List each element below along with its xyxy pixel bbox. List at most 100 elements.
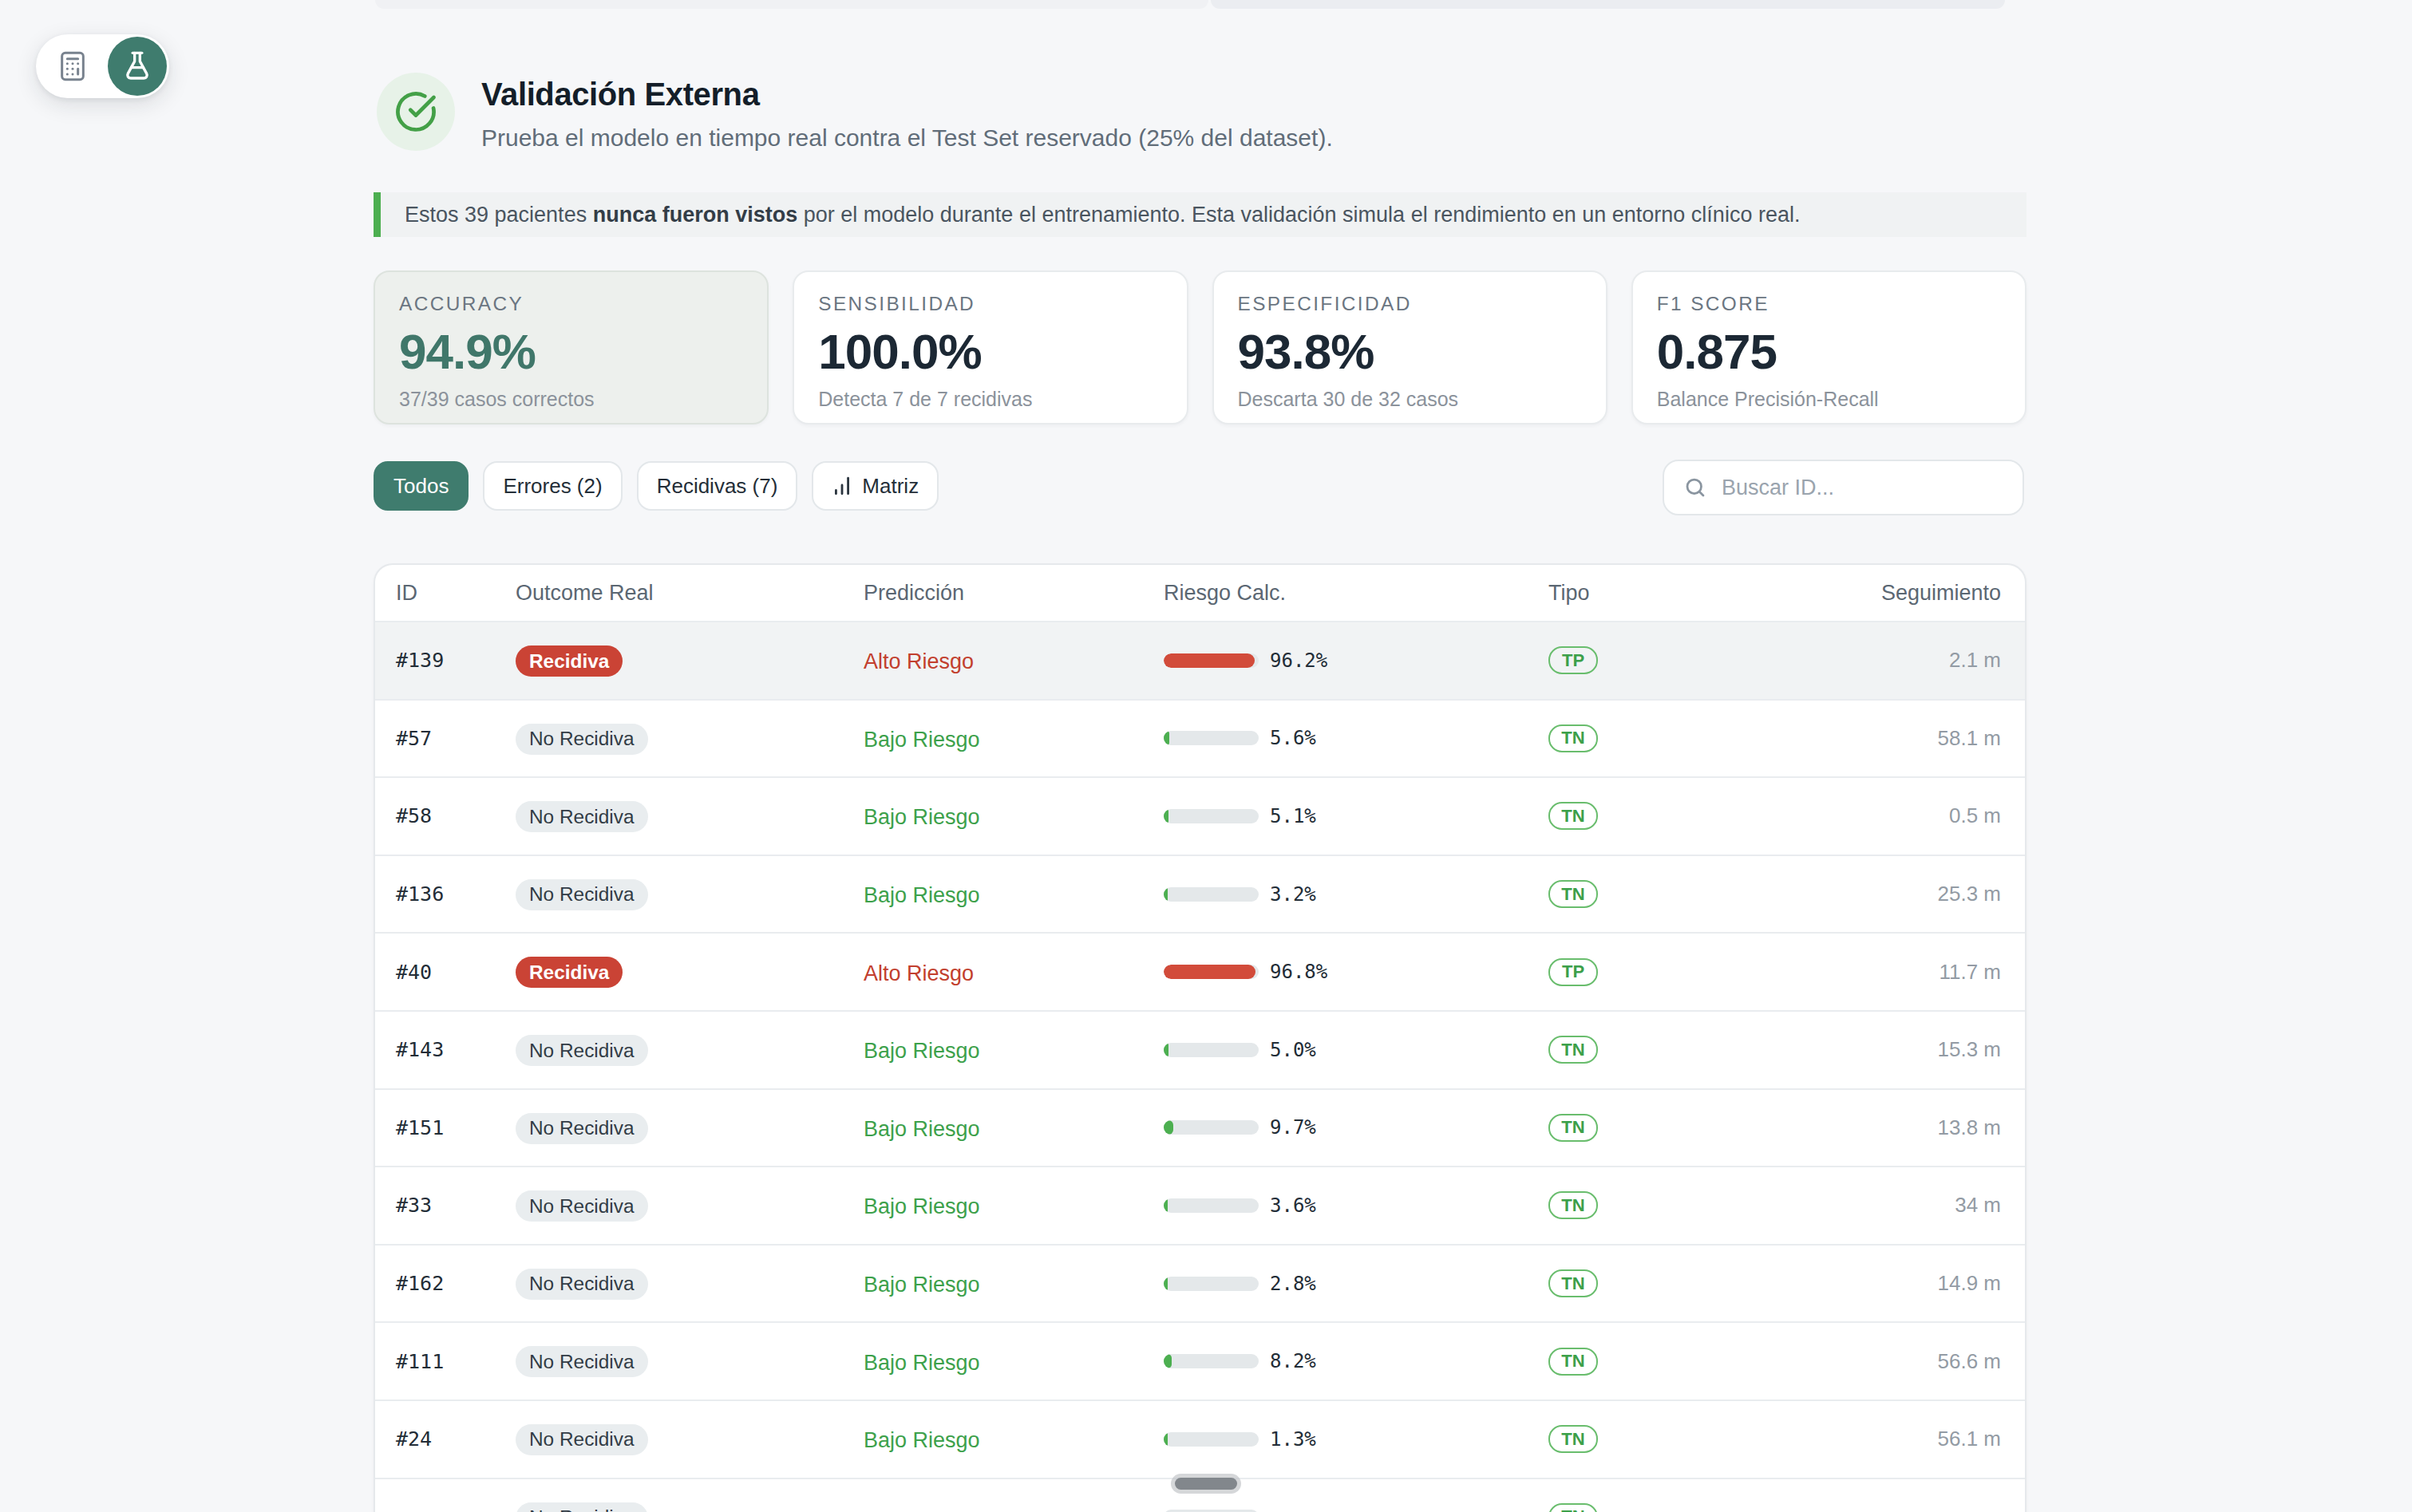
table-row[interactable]: #40 Recidiva Alto Riesgo 96.8% TP 11.7 m xyxy=(375,932,2025,1010)
table-row[interactable]: #143 No Recidiva Bajo Riesgo 5.0% TN 15.… xyxy=(375,1010,2025,1088)
risk-percent: 2.8% xyxy=(1270,1273,1316,1295)
type-badge: TN xyxy=(1548,1269,1598,1297)
metric-caption: 37/39 casos correctos xyxy=(399,388,743,411)
outcome-badge: No Recidiva xyxy=(516,1113,648,1144)
flask-button[interactable] xyxy=(108,37,167,96)
col-type: Tipo xyxy=(1548,581,1804,606)
risk-cell: 2.8% xyxy=(1164,1273,1548,1295)
risk-bar xyxy=(1164,653,1259,668)
type-badge: TN xyxy=(1548,1036,1598,1064)
metric-cards: ACCURACY 94.9% 37/39 casos correctos SEN… xyxy=(374,270,2026,424)
filter-button[interactable]: Matriz xyxy=(812,461,939,511)
calculator-icon[interactable] xyxy=(57,50,89,82)
metric-value: 0.875 xyxy=(1657,323,2001,380)
filter-button[interactable]: Todos xyxy=(374,461,469,511)
followup-value: 58.1 m xyxy=(1804,726,2025,751)
prediction-label: Bajo Riesgo xyxy=(864,1117,980,1141)
search-icon xyxy=(1683,476,1707,499)
table-row[interactable]: #57 No Recidiva Bajo Riesgo 5.6% TN 58.1… xyxy=(375,699,2025,777)
flask-icon xyxy=(121,50,153,82)
prediction-label: Bajo Riesgo xyxy=(864,1428,980,1452)
patient-id: #24 xyxy=(375,1427,516,1451)
type-badge: TN xyxy=(1548,1348,1598,1376)
risk-cell: 96.8% xyxy=(1164,961,1548,983)
outcome-badge: Recidiva xyxy=(516,645,623,677)
filter-button[interactable]: Errores (2) xyxy=(483,461,622,511)
metric-card: ESPECIFICIDAD 93.8% Descarta 30 de 32 ca… xyxy=(1212,270,1607,424)
notice-text-2: por el modelo durante el entrenamiento. … xyxy=(797,203,1800,227)
risk-cell: 5.6% xyxy=(1164,727,1548,749)
risk-percent: 96.8% xyxy=(1270,961,1327,983)
filter-button[interactable]: Recidivas (7) xyxy=(637,461,798,511)
outcome-badge: No Recidiva xyxy=(516,724,648,755)
risk-bar xyxy=(1164,809,1259,823)
risk-bar xyxy=(1164,1277,1259,1291)
followup-value: 56.1 m xyxy=(1804,1427,2025,1451)
type-badge: TN xyxy=(1548,724,1598,752)
prediction-label: Bajo Riesgo xyxy=(864,728,980,752)
table-row[interactable]: #136 No Recidiva Bajo Riesgo 3.2% TN 25.… xyxy=(375,855,2025,933)
risk-percent: 5.0% xyxy=(1270,1039,1316,1061)
table-row[interactable]: #139 Recidiva Alto Riesgo 96.2% TP 2.1 m xyxy=(375,621,2025,699)
check-circle-icon xyxy=(377,73,455,151)
type-badge: TN xyxy=(1548,1191,1598,1219)
col-risk: Riesgo Calc. xyxy=(1164,581,1548,606)
patient-id: #143 xyxy=(375,1038,516,1061)
metric-card: F1 SCORE 0.875 Balance Precisión-Recall xyxy=(1631,270,2026,424)
patient-id: #136 xyxy=(375,882,516,906)
outcome-badge: No Recidiva xyxy=(516,1502,648,1512)
top-tab-remnant-right xyxy=(1211,0,2005,9)
table-row[interactable]: #58 No Recidiva Bajo Riesgo 5.1% TN 0.5 … xyxy=(375,776,2025,855)
patient-id: #151 xyxy=(375,1116,516,1139)
info-banner: Estos 39 pacientes nunca fueron vistos p… xyxy=(374,192,2026,237)
table-row[interactable]: #151 No Recidiva Bajo Riesgo 9.7% TN 13.… xyxy=(375,1088,2025,1167)
results-table: ID Outcome Real Predicción Riesgo Calc. … xyxy=(374,563,2026,1512)
risk-percent: 5.6% xyxy=(1270,727,1316,749)
risk-bar xyxy=(1164,1354,1259,1368)
table-row[interactable]: #33 No Recidiva Bajo Riesgo 3.6% TN 34 m xyxy=(375,1166,2025,1244)
patient-id: #33 xyxy=(375,1194,516,1217)
search-input[interactable] xyxy=(1722,476,1993,500)
prediction-label: Bajo Riesgo xyxy=(864,1039,980,1063)
page-subtitle: Prueba el modelo en tiempo real contra e… xyxy=(481,124,1333,152)
followup-value: 13.8 m xyxy=(1804,1115,2025,1140)
followup-value: 2.1 m xyxy=(1804,648,2025,673)
risk-cell: 5.1% xyxy=(1164,805,1548,827)
followup-value: 15.3 m xyxy=(1804,1037,2025,1062)
metric-label: ACCURACY xyxy=(399,293,743,315)
risk-percent: 1.3% xyxy=(1270,1428,1316,1451)
outcome-badge: No Recidiva xyxy=(516,1424,648,1455)
risk-bar xyxy=(1164,1120,1259,1135)
outcome-badge: No Recidiva xyxy=(516,1346,648,1377)
patient-id: #58 xyxy=(375,804,516,827)
followup-value: 25.3 m xyxy=(1804,882,2025,906)
table-row[interactable]: #24 No Recidiva Bajo Riesgo 1.3% TN 56.1… xyxy=(375,1399,2025,1478)
risk-percent: 3.2% xyxy=(1270,883,1316,906)
notice-bold: nunca fueron vistos xyxy=(593,203,798,227)
col-prediction: Predicción xyxy=(864,581,1164,606)
outcome-badge: No Recidiva xyxy=(516,1190,648,1222)
prediction-label: Bajo Riesgo xyxy=(864,1194,980,1218)
risk-percent: 9.7% xyxy=(1270,1116,1316,1139)
prediction-label: Alto Riesgo xyxy=(864,649,974,673)
followup-value: 34 m xyxy=(1804,1193,2025,1218)
type-badge: TN xyxy=(1548,1114,1598,1142)
table-row[interactable]: #162 No Recidiva Bajo Riesgo 2.8% TN 14.… xyxy=(375,1244,2025,1322)
type-badge: TN xyxy=(1548,1503,1598,1512)
patient-id: #57 xyxy=(375,727,516,750)
prediction-label: Bajo Riesgo xyxy=(864,1273,980,1297)
patient-id: #139 xyxy=(375,649,516,672)
metric-caption: Descarta 30 de 32 casos xyxy=(1238,388,1582,411)
risk-cell: 8.2% xyxy=(1164,1350,1548,1372)
table-row[interactable]: #111 No Recidiva Bajo Riesgo 8.2% TN 56.… xyxy=(375,1321,2025,1399)
prediction-label: Bajo Riesgo xyxy=(864,805,980,829)
scroll-drag-handle[interactable] xyxy=(1175,1478,1237,1490)
risk-percent: 8.2% xyxy=(1270,1350,1316,1372)
search-box[interactable] xyxy=(1663,460,2024,515)
risk-cell: 9.7% xyxy=(1164,1116,1548,1139)
patient-id: #40 xyxy=(375,961,516,984)
prediction-label: Bajo Riesgo xyxy=(864,1351,980,1375)
followup-value: 14.9 m xyxy=(1804,1271,2025,1296)
floating-toolbar xyxy=(36,34,169,98)
col-id: ID xyxy=(375,581,516,606)
